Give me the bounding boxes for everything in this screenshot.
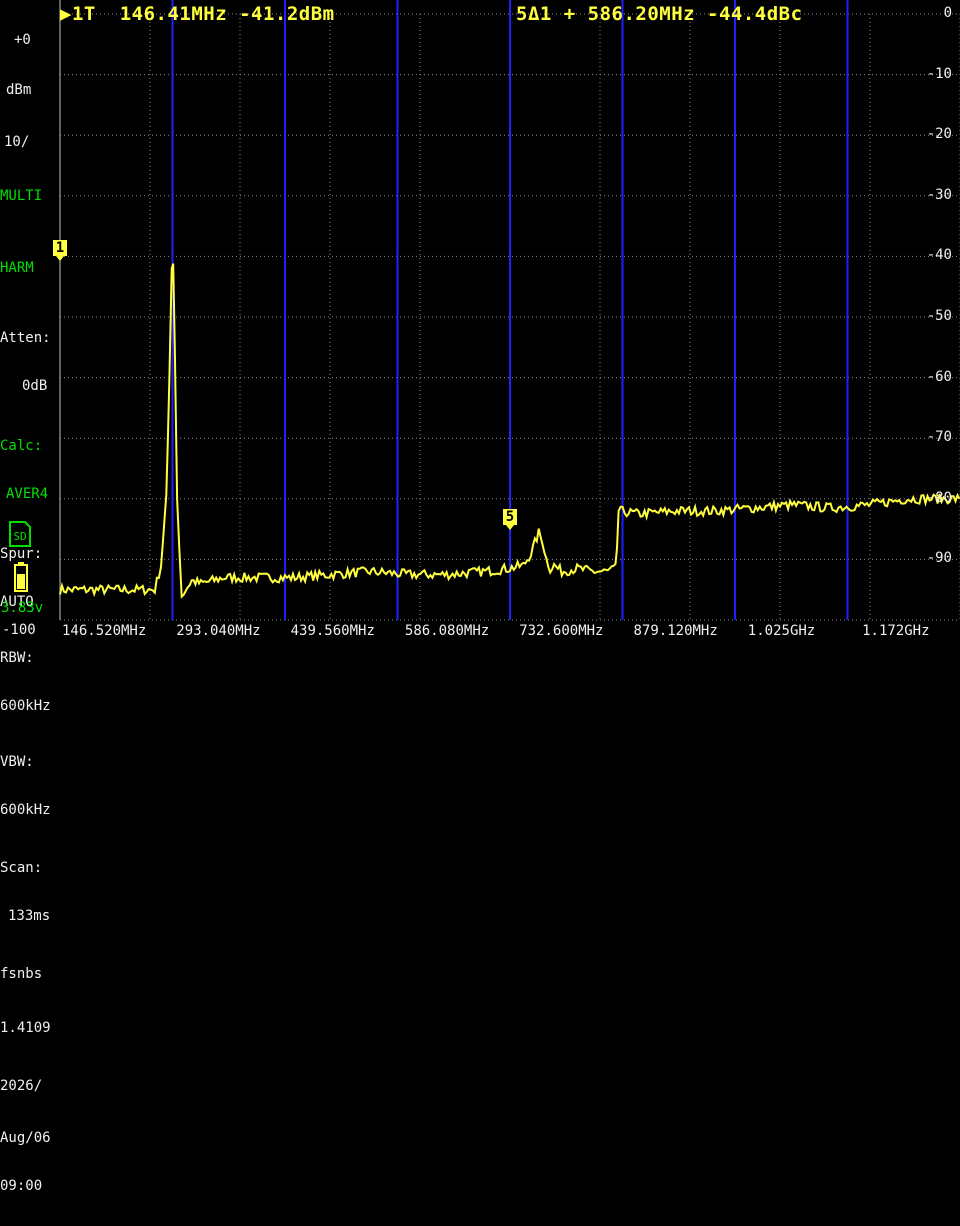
- x-axis-label: 586.080MHz: [404, 623, 490, 639]
- measure-mode[interactable]: HARM: [0, 260, 62, 276]
- calc-label: Calc:: [0, 438, 43, 454]
- trace-marker-1[interactable]: 1: [52, 239, 67, 261]
- sd-card-icon: SD: [9, 521, 31, 547]
- marker1-readout: ▶1T 146.41MHz -41.2dBm: [60, 3, 335, 25]
- bottom-ref-label: -100: [2, 622, 36, 638]
- spectrum-plot[interactable]: [0, 0, 960, 640]
- y-axis-label: -70: [926, 429, 952, 446]
- x-axis-label: 1.025GHz: [747, 623, 816, 639]
- y-axis-label: -20: [926, 126, 952, 143]
- date-year: 2026/: [0, 1078, 43, 1094]
- sd-label: SD: [13, 530, 26, 543]
- delta-marker-readout: 5Δ1 + 586.20MHz -44.4dBc: [516, 3, 803, 25]
- y-axis-label: 0: [943, 5, 952, 21]
- ref-level[interactable]: +0: [14, 32, 62, 48]
- calc-value[interactable]: AVER4: [6, 486, 62, 502]
- rbw-value[interactable]: 600kHz: [0, 698, 62, 714]
- atten-value[interactable]: 0dB: [22, 378, 62, 394]
- x-axis-label: 1.172GHz: [862, 623, 930, 639]
- y-axis-label: -10: [926, 65, 952, 82]
- battery-icon: [14, 562, 28, 592]
- x-axis-label: 293.040MHz: [176, 623, 261, 639]
- y-axis-label: -80: [926, 489, 952, 506]
- y-axis-label: -50: [926, 308, 952, 324]
- vbw-label: VBW:: [0, 754, 34, 770]
- x-axis-label: 879.120MHz: [633, 623, 718, 639]
- unit-label: dBm: [6, 82, 32, 98]
- battery-voltage: 3.83v: [1, 600, 44, 616]
- scan-label: Scan:: [0, 860, 43, 876]
- trace-marker-5[interactable]: 5: [503, 508, 517, 530]
- atten-label: Atten:: [0, 330, 51, 346]
- x-axis-label: 732.600MHz: [519, 623, 604, 639]
- trace-mode[interactable]: MULTI: [0, 188, 62, 204]
- y-axis-label: -30: [926, 186, 952, 203]
- time-label: 09:00: [0, 1178, 43, 1194]
- analyzer-screen: ▶1T 146.41MHz -41.2dBm 5Δ1 + 586.20MHz -…: [0, 0, 960, 1194]
- vbw-value[interactable]: 600kHz: [0, 802, 62, 818]
- scale-label[interactable]: 10/: [4, 134, 62, 150]
- x-axis-label: 146.520MHz: [62, 623, 147, 639]
- y-axis-label: -90: [926, 550, 952, 567]
- y-axis-label: -60: [926, 368, 952, 385]
- rbw-label: RBW:: [0, 650, 34, 666]
- scan-value[interactable]: 133ms: [8, 908, 62, 924]
- x-axis-label: 439.560MHz: [290, 623, 375, 639]
- date-day: Aug/06: [0, 1130, 51, 1146]
- fsnbs-value: 1.4109: [0, 1020, 51, 1036]
- spur-label: Spur:: [0, 546, 43, 562]
- y-axis-label: -40: [926, 247, 952, 264]
- fsnbs-label: fsnbs: [0, 966, 43, 982]
